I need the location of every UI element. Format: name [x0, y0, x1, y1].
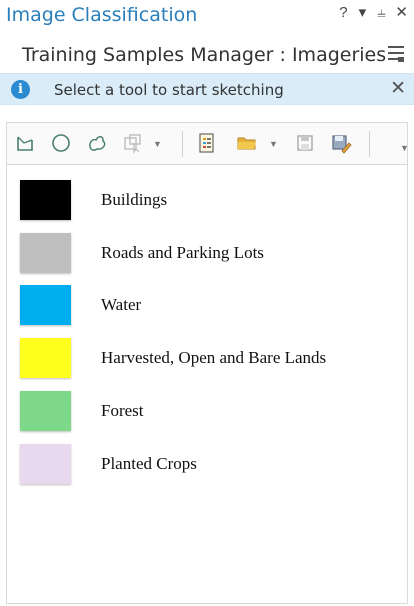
pane-header: Training Samples Manager : Imageries [0, 38, 414, 72]
class-color-swatch [20, 285, 71, 325]
help-icon[interactable]: ? [338, 4, 348, 21]
list-item[interactable]: Harvested, Open and Bare Lands [7, 336, 407, 380]
pin-icon[interactable]: ⫨ [376, 4, 386, 21]
freehand-icon [89, 136, 106, 151]
segment-select-icon [124, 134, 141, 154]
select-by-segment-tool[interactable] [121, 131, 145, 155]
circle-tool[interactable] [49, 131, 73, 155]
open-dropdown-icon[interactable]: ▼ [269, 139, 278, 149]
class-label: Water [101, 295, 142, 314]
list-item[interactable]: Forest [7, 389, 407, 433]
dismiss-info-icon[interactable]: ✕ [390, 77, 406, 100]
class-label: Roads and Parking Lots [101, 243, 264, 262]
toolbar-overflow-icon[interactable]: ▼ [400, 143, 409, 153]
list-item[interactable]: Buildings [7, 178, 407, 222]
rectangle-tool[interactable] [13, 131, 37, 155]
window-controls: ? ▾ ⫨ ✕ [338, 3, 408, 22]
create-schema[interactable] [195, 131, 219, 155]
list-item[interactable]: Planted Crops [7, 442, 407, 486]
save-icon [297, 135, 313, 151]
info-message: Select a tool to start sketching [54, 81, 284, 99]
sketch-toolbar: ▼ ▼ ▼ [6, 122, 409, 164]
class-label: Buildings [101, 190, 168, 209]
close-icon[interactable]: ✕ [395, 3, 408, 21]
open-schema[interactable] [235, 131, 259, 155]
class-color-swatch [20, 180, 71, 220]
folder-icon [237, 137, 256, 150]
class-color-swatch [20, 444, 71, 484]
circle-icon [52, 134, 70, 152]
save-edit-icon [332, 135, 352, 154]
options-dropdown-icon[interactable]: ▾ [357, 3, 367, 21]
freehand-tool[interactable] [85, 131, 109, 155]
pane-title: Training Samples Manager : Imageries [22, 44, 387, 66]
toolbar-separator [182, 131, 183, 157]
class-label: Forest [101, 401, 144, 420]
info-icon: i [11, 80, 30, 99]
window-titlebar: Image Classification ? ▾ ⫨ ✕ [0, 0, 414, 30]
hamburger-icon[interactable] [387, 44, 405, 64]
class-color-swatch [20, 391, 71, 431]
class-color-swatch [20, 233, 71, 273]
segment-dropdown-icon[interactable]: ▼ [153, 139, 162, 149]
save-as[interactable] [329, 131, 353, 155]
save[interactable] [293, 131, 317, 155]
new-schema-icon [199, 133, 214, 153]
class-color-swatch [20, 338, 71, 378]
rectangle-icon [17, 136, 33, 151]
training-classes-list: Buildings Roads and Parking Lots Water H… [6, 164, 408, 604]
window-title: Image Classification [6, 4, 198, 26]
class-label: Harvested, Open and Bare Lands [101, 348, 327, 367]
toolbar-separator [369, 131, 370, 157]
class-label: Planted Crops [101, 454, 197, 473]
list-item[interactable]: Roads and Parking Lots [7, 231, 407, 275]
list-item[interactable]: Water [7, 283, 407, 327]
info-message-bar: i Select a tool to start sketching ✕ [0, 73, 414, 105]
